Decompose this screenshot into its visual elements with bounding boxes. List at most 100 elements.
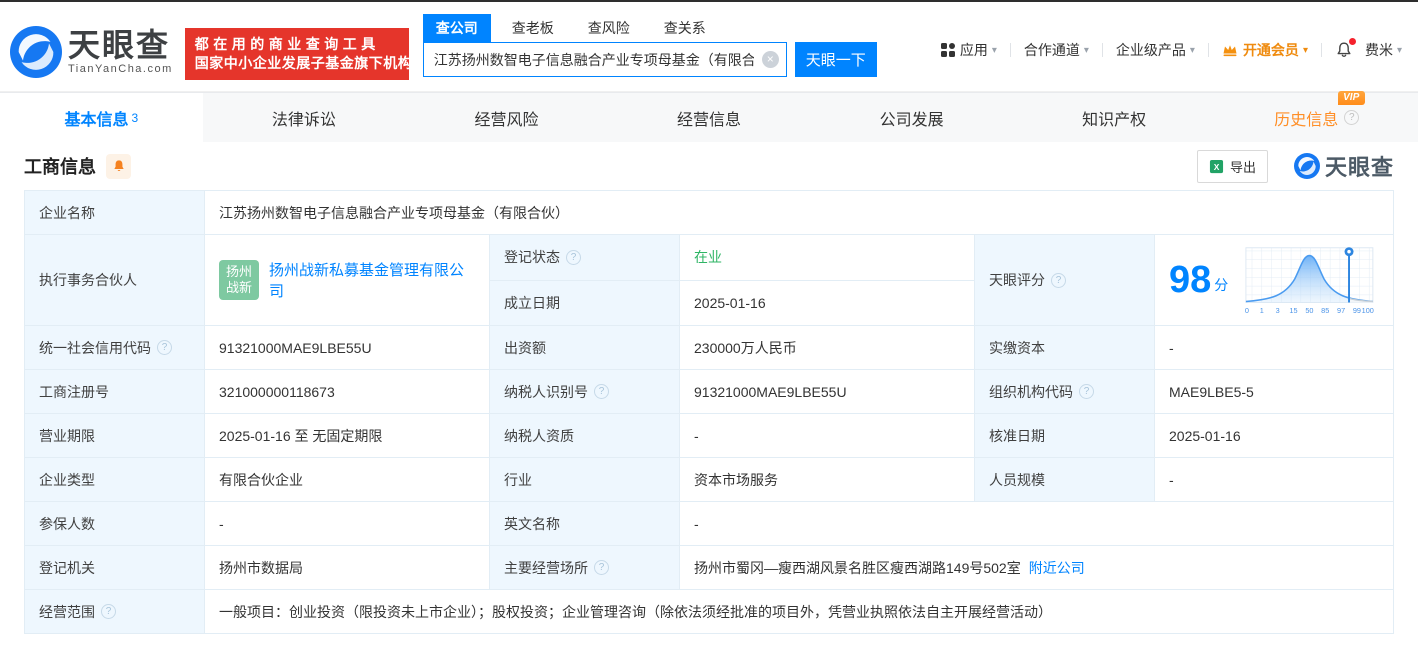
- insured-count-label: 参保人数: [24, 501, 205, 546]
- notifications-bell[interactable]: [1335, 38, 1356, 59]
- help-icon[interactable]: ?: [1344, 110, 1360, 125]
- nav-separator: [1207, 43, 1209, 57]
- uscc-label-text: 统一社会信用代码: [39, 339, 151, 356]
- svg-text:X: X: [1214, 161, 1220, 171]
- tab-development-label: 公司发展: [879, 111, 944, 129]
- search-button[interactable]: 天眼一下: [794, 42, 877, 77]
- search-input[interactable]: [422, 42, 787, 77]
- search-block: 查公司 查老板 查风险 查关系 × 天眼一下: [422, 14, 877, 77]
- establish-date-label: 成立日期: [489, 279, 680, 326]
- help-icon[interactable]: ?: [566, 249, 581, 265]
- nav-open-vip[interactable]: 开通会员 ▾: [1222, 40, 1308, 60]
- table-row: 企业类型 有限合伙企业 行业 资本市场服务 人员规模 -: [24, 457, 1394, 502]
- search-tab-company[interactable]: 查公司: [422, 14, 491, 42]
- nav-partner-channel[interactable]: 合作通道 ▾: [1024, 40, 1089, 60]
- english-name-value: -: [679, 501, 1394, 546]
- paid-in-value: -: [1154, 325, 1394, 370]
- search-tab-relation[interactable]: 查关系: [651, 14, 719, 42]
- tab-operation-info[interactable]: 经营信息: [608, 93, 811, 142]
- chevron-down-icon: ▾: [991, 44, 997, 56]
- address-label: 主要经营场所?: [489, 545, 680, 590]
- tax-id-value: 91321000MAE9LBE55U: [679, 369, 975, 414]
- biz-term-label: 营业期限: [24, 413, 205, 458]
- section-head-right: X 导出 天眼查: [1196, 149, 1394, 183]
- tab-history-info[interactable]: 历史信息 ? VIP: [1215, 90, 1418, 142]
- english-name-label: 英文名称: [489, 501, 680, 546]
- svg-text:3: 3: [1276, 306, 1280, 315]
- help-icon[interactable]: ?: [101, 604, 116, 619]
- staff-size-value: -: [1154, 457, 1394, 502]
- company-type-value: 有限合伙企业: [204, 457, 490, 502]
- help-icon[interactable]: ?: [594, 384, 609, 399]
- export-label: 导出: [1229, 159, 1256, 175]
- capital-value: 230000万人民币: [679, 325, 975, 370]
- staff-size-label: 人员规模: [974, 457, 1155, 502]
- nav-username: 费米: [1364, 42, 1393, 58]
- svg-text:0: 0: [1245, 306, 1249, 315]
- tax-id-label-text: 纳税人识别号: [504, 383, 588, 400]
- reg-status-label-text: 登记状态: [504, 249, 560, 266]
- nearby-companies-link[interactable]: 附近公司: [1029, 560, 1085, 576]
- watermark-text: 天眼查: [1324, 155, 1394, 180]
- executive-partner-cell: 扬州 战新 扬州战新私募基金管理有限公司: [204, 234, 490, 326]
- tab-operation-risk[interactable]: 经营风险: [405, 93, 608, 142]
- authority-value: 扬州市数据局: [204, 545, 490, 590]
- table-row: 工商注册号 321000000118673 纳税人识别号? 91321000MA…: [24, 369, 1394, 414]
- logo-domain: TianYanCha.com: [68, 63, 173, 75]
- authority-label: 登记机关: [24, 545, 205, 590]
- paid-in-label: 实缴资本: [974, 325, 1155, 370]
- logo-text: 天眼查 TianYanCha.com: [68, 29, 173, 75]
- export-button[interactable]: X 导出: [1196, 149, 1268, 183]
- establish-date-value: 2025-01-16: [679, 279, 975, 326]
- table-row: 参保人数 - 英文名称 -: [24, 501, 1394, 546]
- table-row: 营业期限 2025-01-16 至 无固定期限 纳税人资质 - 核准日期 202…: [24, 413, 1394, 458]
- score-display: 98 分 0 1 3 15 50 85 97 99 100: [1169, 241, 1379, 319]
- business-info-table: 企业名称 江苏扬州数智电子信息融合产业专项母基金（有限合伙） 执行事务合伙人 扬…: [24, 190, 1394, 634]
- approve-date-label: 核准日期: [974, 413, 1155, 458]
- chevron-down-icon: ▾: [1189, 44, 1195, 56]
- score-distribution-chart: 0 1 3 15 50 85 97 99 100: [1245, 247, 1374, 315]
- capital-label: 出资额: [489, 325, 680, 370]
- scope-label: 经营范围?: [24, 589, 205, 634]
- monitor-bell-button[interactable]: [106, 153, 131, 179]
- nav-enterprise-product[interactable]: 企业级产品 ▾: [1116, 40, 1195, 60]
- address-label-text: 主要经营场所: [504, 559, 588, 576]
- approve-date-value: 2025-01-16: [1154, 413, 1394, 458]
- address-text: 扬州市蜀冈—瘦西湖风景名胜区瘦西湖路149号502室: [694, 559, 1021, 576]
- status-active-link[interactable]: 在业: [694, 249, 722, 265]
- tab-basic-info[interactable]: 基本信息 3: [0, 93, 203, 142]
- clear-input-icon[interactable]: ×: [761, 51, 779, 68]
- tab-ip-label: 知识产权: [1082, 111, 1147, 129]
- tianyancha-logo[interactable]: 天眼查 TianYanCha.com: [10, 26, 173, 78]
- slogan-line2: 国家中小企业发展子基金旗下机构: [194, 55, 413, 71]
- tab-legal-proceedings[interactable]: 法律诉讼: [203, 93, 406, 142]
- tab-company-development[interactable]: 公司发展: [810, 93, 1013, 142]
- company-section-tabs: 基本信息 3 法律诉讼 经营风险 经营信息 公司发展 知识产权 历史信息 ? V…: [0, 90, 1418, 142]
- avatar-line2: 战新: [225, 280, 252, 295]
- help-icon[interactable]: ?: [594, 560, 609, 575]
- nav-apps[interactable]: 应用 ▾: [940, 40, 997, 60]
- industry-value: 资本市场服务: [679, 457, 975, 502]
- help-icon[interactable]: ?: [1051, 272, 1066, 288]
- help-icon[interactable]: ?: [1079, 384, 1094, 399]
- search-tabs: 查公司 查老板 查风险 查关系: [422, 14, 877, 42]
- logo-title: 天眼查: [68, 27, 171, 63]
- avatar-line1: 扬州: [225, 264, 252, 279]
- tab-operation-label: 经营信息: [677, 111, 742, 129]
- nav-user-menu[interactable]: 费米 ▾: [1365, 40, 1402, 60]
- tab-intellectual-property[interactable]: 知识产权: [1013, 93, 1216, 142]
- score-value: 98: [1169, 259, 1212, 301]
- slogan-banner: 都在用的商业查询工具 国家中小企业发展子基金旗下机构: [184, 28, 413, 80]
- top-header: 天眼查 TianYanCha.com 都在用的商业查询工具 国家中小企业发展子基…: [0, 2, 1418, 92]
- nav-separator: [1101, 43, 1103, 57]
- score-label-text: 天眼评分: [989, 272, 1045, 288]
- crown-icon: [1223, 45, 1237, 57]
- nav-vip-label: 开通会员: [1242, 42, 1299, 58]
- partner-company-link[interactable]: 扬州战新私募基金管理有限公司: [269, 259, 475, 301]
- help-icon[interactable]: ?: [157, 340, 172, 355]
- insured-count-value: -: [204, 501, 490, 546]
- search-tab-risk[interactable]: 查风险: [575, 14, 643, 42]
- tianyancha-swirl-icon: [1293, 153, 1320, 179]
- scope-value: 一般项目：创业投资（限投资未上市企业）；股权投资；企业管理咨询（除依法须经批准的…: [204, 589, 1394, 634]
- search-tab-boss[interactable]: 查老板: [499, 14, 567, 42]
